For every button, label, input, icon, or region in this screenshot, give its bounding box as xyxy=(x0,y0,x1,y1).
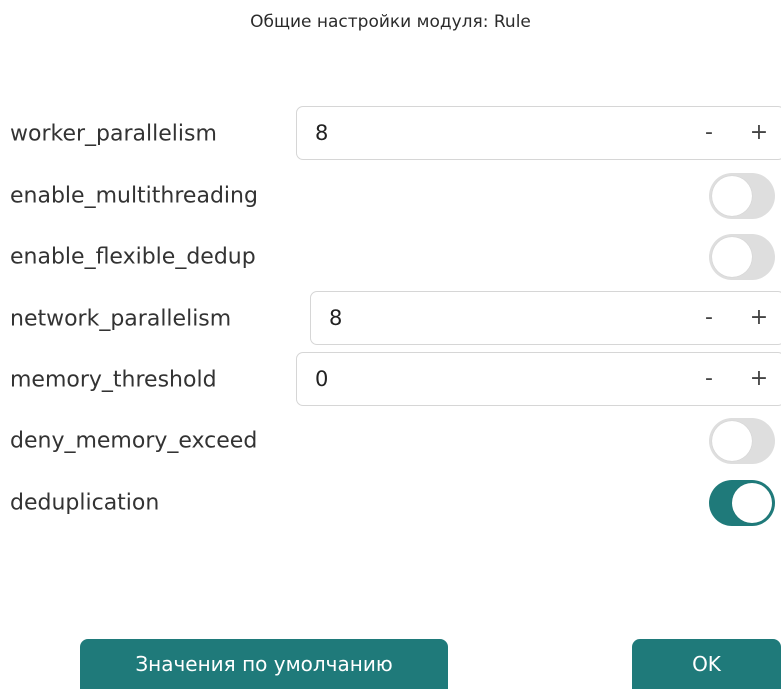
deduplication-toggle[interactable] xyxy=(709,480,775,526)
settings-dialog: Общие настройки модуля: Rule worker_para… xyxy=(0,0,781,689)
toggle-knob xyxy=(712,421,752,461)
toggle-knob xyxy=(712,237,752,277)
decrement-button[interactable]: - xyxy=(694,359,724,399)
enable-multithreading-toggle[interactable] xyxy=(709,173,775,219)
memory-threshold-spinbox[interactable]: 0 - + xyxy=(296,352,781,406)
restore-defaults-button[interactable]: Значения по умолчанию xyxy=(80,639,448,689)
setting-row-deny-memory-exceed: deny_memory_exceed xyxy=(0,413,781,469)
setting-row-network-parallelism: network_parallelism 8 - + xyxy=(0,291,781,347)
setting-row-memory-threshold: memory_threshold 0 - + xyxy=(0,352,781,408)
spinbox-value[interactable]: 8 xyxy=(329,306,342,330)
toggle-knob xyxy=(732,483,772,523)
increment-button[interactable]: + xyxy=(744,298,774,338)
setting-row-enable-multithreading: enable_multithreading xyxy=(0,168,781,224)
deny-memory-exceed-toggle[interactable] xyxy=(709,418,775,464)
decrement-button[interactable]: - xyxy=(694,113,724,153)
setting-row-enable-flexible-dedup: enable_flexible_dedup xyxy=(0,229,781,285)
toggle-knob xyxy=(712,176,752,216)
setting-label: enable_flexible_dedup xyxy=(10,244,256,270)
enable-flexible-dedup-toggle[interactable] xyxy=(709,234,775,280)
worker-parallelism-spinbox[interactable]: 8 - + xyxy=(296,106,781,160)
increment-button[interactable]: + xyxy=(744,359,774,399)
spinbox-value[interactable]: 0 xyxy=(315,367,328,391)
dialog-title: Общие настройки модуля: Rule xyxy=(250,12,531,32)
ok-button[interactable]: OK xyxy=(632,639,781,689)
setting-label: deny_memory_exceed xyxy=(10,428,258,454)
spinbox-value[interactable]: 8 xyxy=(315,121,328,145)
setting-label: worker_parallelism xyxy=(10,121,217,147)
setting-row-deduplication: deduplication xyxy=(0,475,781,531)
setting-label: memory_threshold xyxy=(10,367,217,393)
setting-label: network_parallelism xyxy=(10,306,232,332)
setting-label: enable_multithreading xyxy=(10,183,258,209)
decrement-button[interactable]: - xyxy=(694,298,724,338)
network-parallelism-spinbox[interactable]: 8 - + xyxy=(310,291,781,345)
increment-button[interactable]: + xyxy=(744,113,774,153)
setting-label: deduplication xyxy=(10,490,160,516)
setting-row-worker-parallelism: worker_parallelism 8 - + xyxy=(0,106,781,162)
